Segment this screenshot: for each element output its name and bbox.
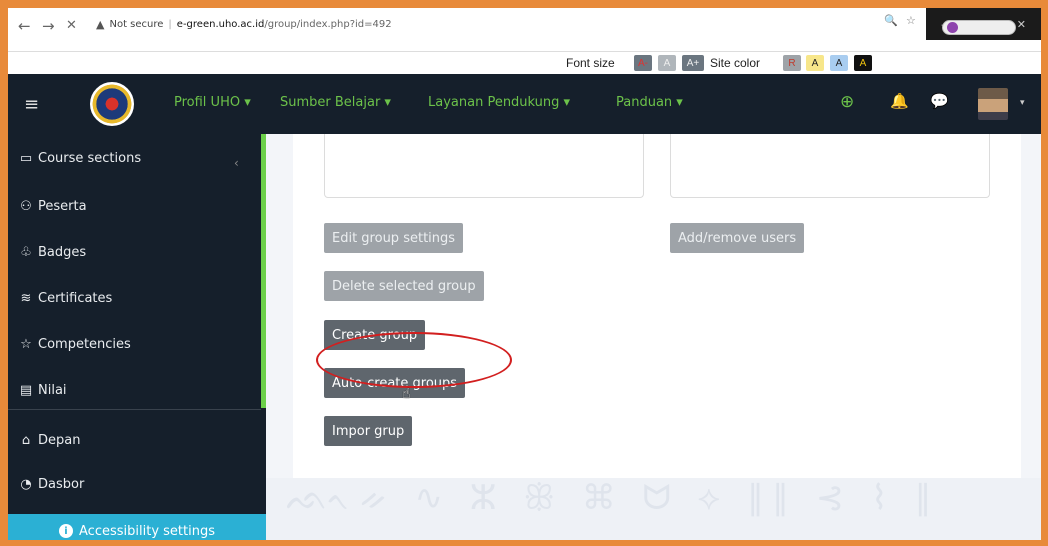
browser-bar: ← → ✕ ▲ Not secure | e-green.uho.ac.id/g… [8,8,1041,52]
nav-layanan-pendukung[interactable]: Layanan Pendukung ▾ [428,95,570,110]
highlight-circle [316,332,512,388]
accessibility-bar: Font size A- A A+ Site color R A A A [8,52,1041,74]
warning-icon: ▲ [96,17,105,31]
bookmark-star-icon[interactable]: ☆ [906,14,916,27]
groups-card: Edit group settings Add/remove users Del… [293,134,1021,478]
members-listbox[interactable] [670,134,990,198]
sidebar-item-certificates[interactable]: ≋ Certificates [18,286,113,310]
sidebar-item-depan[interactable]: ⌂ Depan [18,428,81,452]
chat-icon[interactable]: 💬 [930,92,949,110]
sidebar-item-badges[interactable]: ♧ Badges [18,240,86,264]
sidebar-item-label: Depan [38,432,81,448]
window-close-icon[interactable]: ✕ [1017,18,1026,31]
url-host: e-green.uho.ac.id [176,18,265,30]
chevron-left-icon[interactable]: ‹ [234,156,239,170]
sidebar-item-label: Course sections [38,150,142,166]
url-path: /group/index.php?id=492 [264,18,392,30]
impor-grup-button[interactable]: Impor grup [324,416,413,446]
groups-listbox[interactable] [324,134,644,198]
dashboard-icon: ◔ [20,476,32,492]
menu-icon[interactable]: ≡ [24,94,39,115]
sidebar-item-label: Certificates [38,290,113,306]
accessibility-settings-button[interactable]: i Accessibility settings [8,514,266,540]
university-logo[interactable] [90,82,134,126]
globe-icon[interactable]: ⊕ [840,92,854,112]
font-size-label: Font size [566,56,615,70]
nav-panduan[interactable]: Panduan ▾ [616,95,683,110]
separator: | [168,18,172,30]
site-color-blue-button[interactable]: A [830,55,848,71]
browser-profile-button[interactable] [942,20,1016,35]
star-icon: ☆ [20,336,32,352]
nav-profil-uho[interactable]: Profil UHO ▾ [174,95,251,110]
sidebar-item-label: Dasbor [38,476,85,492]
font-reset-button[interactable]: A [658,55,676,71]
security-label: Not secure [109,18,164,30]
site-header: ≡ Profil UHO ▾ Sumber Belajar ▾ Layanan … [8,74,1041,134]
font-increase-button[interactable]: A+ [682,55,704,71]
sidebar-item-label: Competencies [38,336,131,352]
sidebar-item-nilai[interactable]: ▤ Nilai [18,378,67,402]
info-icon: i [59,524,74,538]
address-bar[interactable]: ▲ Not secure | e-green.uho.ac.id/group/i… [96,14,896,34]
url-text: e-green.uho.ac.id/group/index.php?id=492 [177,19,392,30]
sidebar-item-label: Peserta [38,198,87,214]
sidebar-item-label: Nilai [38,382,67,398]
certificate-icon: ≋ [20,290,32,306]
sidebar-scroll-accent [261,134,266,408]
home-icon: ⌂ [21,432,31,448]
font-decrease-button[interactable]: A- [634,55,652,71]
bell-icon[interactable]: 🔔 [890,92,909,110]
sidebar-item-course-sections[interactable]: ▭ Course sections [18,146,141,170]
users-icon: ⚇ [20,198,32,214]
sidebar-item-competencies[interactable]: ☆ Competencies [18,332,131,356]
gradebook-icon: ▤ [19,382,33,398]
nav-sumber-belajar[interactable]: Sumber Belajar ▾ [280,95,391,110]
folder-icon: ▭ [19,150,33,166]
chevron-down-icon[interactable]: ▾ [1020,98,1025,108]
delete-selected-group-button[interactable]: Delete selected group [324,271,484,301]
site-color-label: Site color [710,56,761,70]
stop-loading-icon[interactable]: ✕ [66,18,77,33]
site-color-dark-button[interactable]: A [854,55,872,71]
add-remove-users-button[interactable]: Add/remove users [670,223,805,253]
sidebar-item-dasbor[interactable]: ◔ Dasbor [18,472,84,496]
user-avatar[interactable] [978,88,1008,120]
profile-avatar-icon [947,22,958,33]
site-color-yellow-button[interactable]: A [806,55,824,71]
forward-icon[interactable]: → [42,17,55,35]
accessibility-settings-label: Accessibility settings [79,523,215,539]
site-color-reset-button[interactable]: R [783,55,801,71]
back-icon[interactable]: ← [18,17,31,35]
edit-group-settings-button[interactable]: Edit group settings [324,223,464,253]
batik-watermark: ᨒᨚᨀ ∿ ⵣ ꕥ ⌘ ᗢ ⟡ ∥∥ ⊰ ⌇ ∥ [266,478,1041,540]
course-sidebar: ▭ Course sections ‹ ⚇ Peserta ♧ Badges ≋… [8,134,266,540]
sidebar-divider [8,409,261,410]
hand-cursor-icon: ☝ [402,386,411,402]
zoom-icon[interactable]: 🔍 [884,14,898,27]
sidebar-item-label: Badges [38,244,87,260]
badge-icon: ♧ [20,244,32,260]
sidebar-item-peserta[interactable]: ⚇ Peserta [18,194,87,218]
screen-frame: ← → ✕ ▲ Not secure | e-green.uho.ac.id/g… [8,8,1041,540]
